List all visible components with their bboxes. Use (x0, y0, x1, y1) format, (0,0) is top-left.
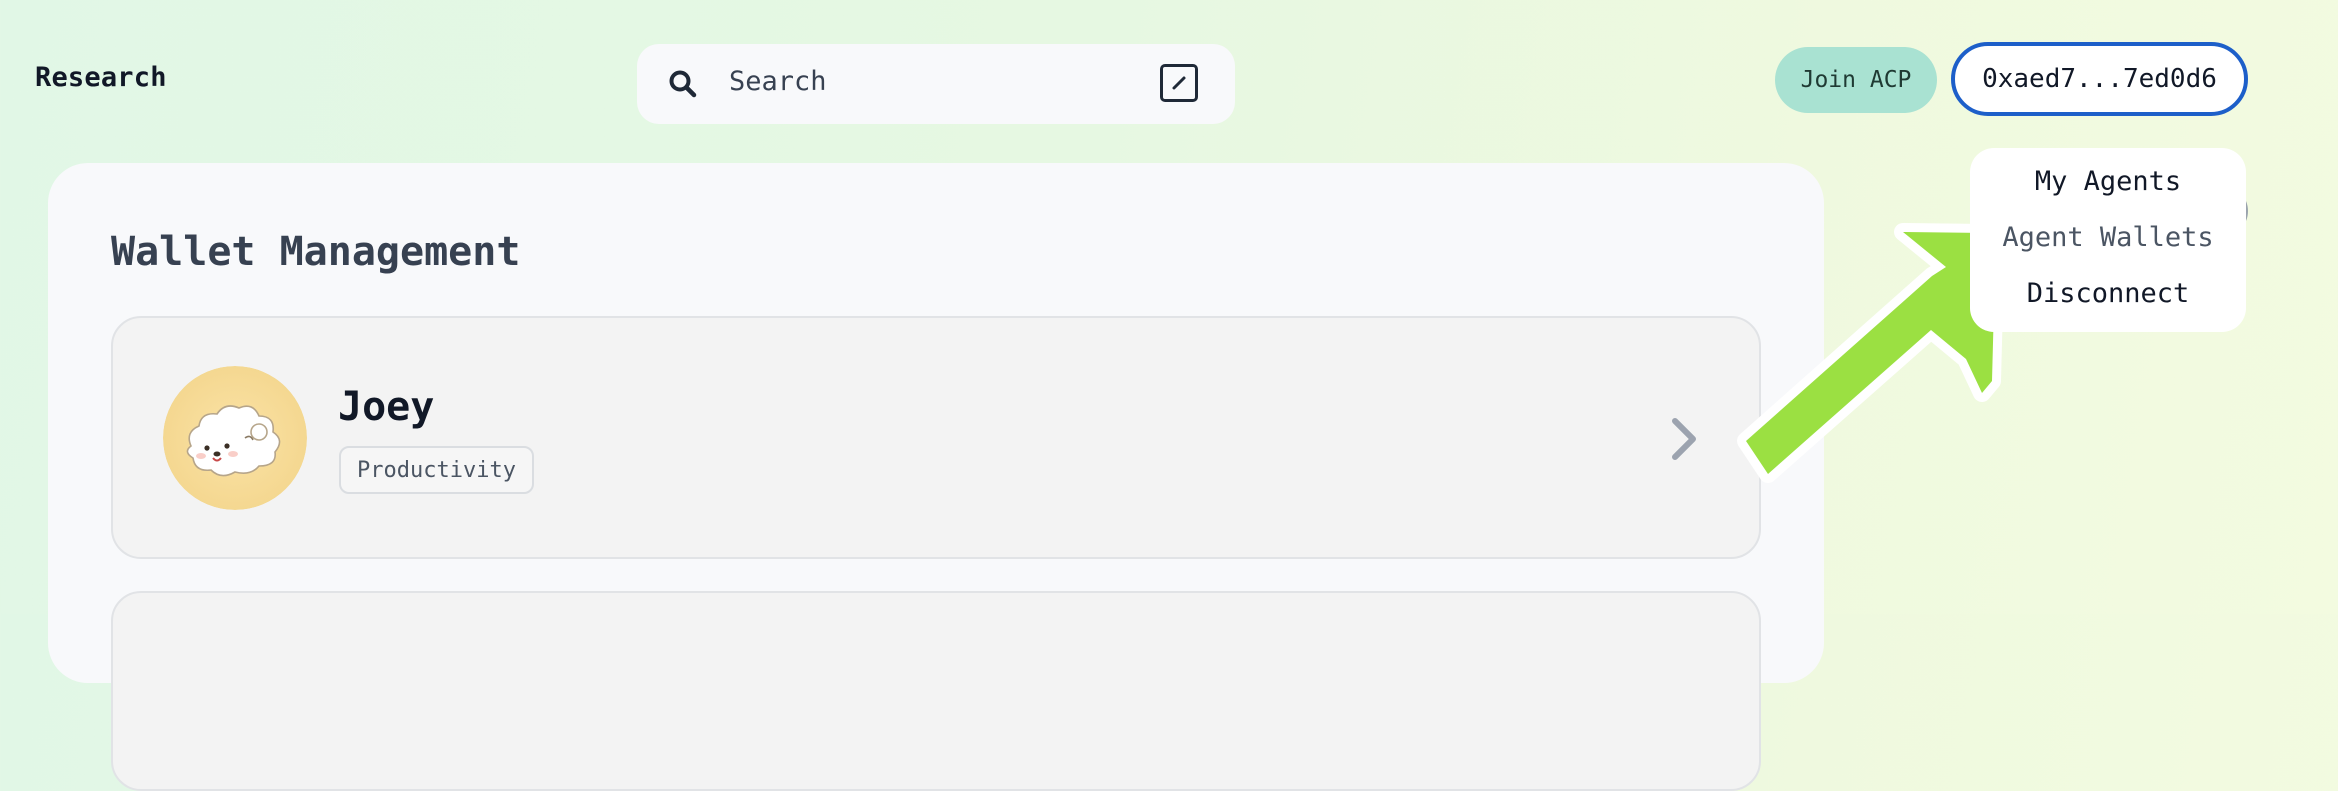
menu-item-disconnect[interactable]: Disconnect (1970, 278, 2246, 309)
agent-name: Joey (338, 384, 435, 430)
join-acp-button[interactable]: Join ACP (1775, 47, 1937, 113)
slash-key-icon (1160, 64, 1198, 102)
brand-title[interactable]: Research (35, 62, 167, 93)
wallet-management-panel: Wallet Management Joey Productivity (48, 163, 1824, 791)
wallet-address-button[interactable]: 0xaed7...7ed0d6 (1951, 42, 2248, 116)
agent-card[interactable]: Joey Productivity (111, 316, 1761, 559)
agent-card[interactable] (111, 591, 1761, 791)
agent-category-tag: Productivity (339, 446, 534, 494)
page-title: Wallet Management (111, 229, 521, 275)
chevron-right-icon[interactable] (1669, 415, 1701, 463)
account-dropdown-menu: My Agents Agent Wallets Disconnect (1970, 148, 2246, 332)
search-icon (669, 70, 697, 98)
menu-item-my-agents[interactable]: My Agents (1970, 166, 2246, 197)
cloud-dog-avatar-icon (163, 366, 307, 510)
search-bar[interactable]: Search (637, 44, 1235, 124)
search-input[interactable]: Search (729, 66, 827, 97)
menu-item-agent-wallets[interactable]: Agent Wallets (1970, 222, 2246, 253)
